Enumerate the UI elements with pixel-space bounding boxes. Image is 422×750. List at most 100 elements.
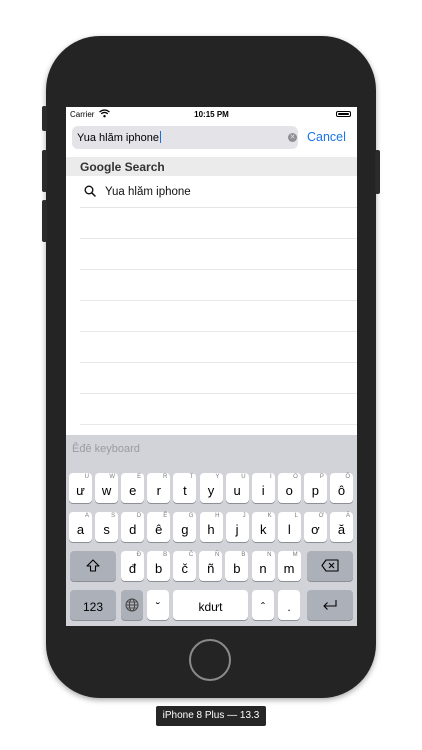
key-letter[interactable]: Ôô bbox=[330, 473, 353, 503]
key-letter[interactable]: Gg bbox=[173, 512, 197, 542]
key-letter[interactable]: Pp bbox=[303, 473, 327, 503]
key-label: ă bbox=[337, 522, 346, 537]
key-letter[interactable]: Ww bbox=[95, 473, 119, 503]
key-alt-label: P bbox=[319, 474, 324, 480]
key-letter[interactable]: Jj bbox=[225, 512, 249, 542]
key-letter[interactable]: Ll bbox=[277, 512, 301, 542]
key-label: đ bbox=[128, 561, 137, 576]
search-input-text: Yua hlăm iphone bbox=[77, 132, 159, 144]
key-label: b bbox=[154, 561, 163, 576]
key-label: y bbox=[207, 483, 215, 498]
key-letter[interactable]: Ññ bbox=[199, 551, 223, 581]
key-label: ư bbox=[76, 483, 85, 498]
key-alt-label: L bbox=[294, 513, 298, 519]
key-label: g bbox=[181, 522, 189, 537]
return-key[interactable] bbox=[307, 590, 353, 620]
space-key[interactable]: kdưt bbox=[173, 590, 248, 620]
key-alt-label: Ê bbox=[163, 513, 168, 519]
key-letter[interactable]: Yy bbox=[199, 473, 223, 503]
key-label: j bbox=[235, 522, 239, 537]
key-label: m bbox=[283, 561, 295, 576]
key-letter[interactable]: Uu bbox=[225, 473, 249, 503]
key-alt-label: M bbox=[292, 552, 298, 558]
numbers-key-label: 123 bbox=[82, 600, 104, 614]
empty-row-divider bbox=[80, 393, 357, 394]
key-letter[interactable]: Êê bbox=[147, 512, 171, 542]
empty-row-divider bbox=[80, 300, 357, 301]
search-icon bbox=[84, 185, 96, 197]
breve-key-label: ˘ bbox=[156, 600, 160, 614]
key-letter[interactable]: Kk bbox=[251, 512, 275, 542]
key-letter[interactable]: Aa bbox=[69, 512, 92, 542]
numbers-key[interactable]: 123 bbox=[70, 590, 116, 620]
side-button-mute bbox=[42, 106, 47, 131]
cancel-button[interactable]: Cancel bbox=[307, 130, 346, 144]
side-button-volume-down bbox=[42, 200, 47, 242]
device-label: iPhone 8 Plus — 13.3 bbox=[156, 706, 266, 726]
shift-icon bbox=[86, 559, 100, 572]
key-label: o bbox=[285, 483, 293, 498]
key-label: l bbox=[287, 522, 291, 537]
key-letter[interactable]: Đđ bbox=[121, 551, 144, 581]
keyboard: Êđê keyboard UưWwEeRrTtYyUuIiOoPpÔô AaSs… bbox=[66, 435, 357, 626]
status-time: 10:15 PM bbox=[194, 110, 229, 119]
breve-key[interactable]: ˘ bbox=[147, 590, 169, 620]
key-label: p bbox=[311, 483, 319, 498]
key-alt-label: G bbox=[188, 513, 194, 519]
empty-row-divider bbox=[80, 331, 357, 332]
key-letter[interactable]: Ee bbox=[121, 473, 145, 503]
key-label: i bbox=[261, 483, 265, 498]
key-alt-label: B bbox=[163, 552, 168, 558]
key-label: ñ bbox=[207, 561, 215, 576]
key-letter[interactable]: Hh bbox=[199, 512, 223, 542]
key-label: n bbox=[259, 561, 267, 576]
home-button[interactable] bbox=[189, 639, 231, 681]
delete-key[interactable] bbox=[307, 551, 353, 581]
key-alt-label: R bbox=[162, 474, 168, 480]
key-letter[interactable]: Rr bbox=[147, 473, 171, 503]
key-letter[interactable]: Čč bbox=[173, 551, 197, 581]
key-letter[interactable]: Ss bbox=[95, 512, 119, 542]
key-label: k bbox=[259, 522, 267, 537]
circumflex-key[interactable]: ˆ bbox=[252, 590, 274, 620]
shift-key[interactable] bbox=[70, 551, 116, 581]
key-label: e bbox=[129, 483, 137, 498]
keyboard-title: Êđê keyboard bbox=[72, 443, 140, 455]
key-label: č bbox=[181, 561, 188, 576]
key-label: s bbox=[103, 522, 110, 537]
key-alt-label: E bbox=[137, 474, 142, 480]
key-alt-label: Č bbox=[188, 552, 194, 558]
period-key-label: . bbox=[287, 600, 291, 614]
search-bar: Yua hlăm iphone ✕ Cancel bbox=[66, 123, 357, 153]
status-bar: Carrier 10:15 PM bbox=[66, 107, 357, 122]
text-cursor bbox=[159, 131, 162, 143]
suggestion-row[interactable]: Yua hlăm iphone bbox=[80, 178, 357, 208]
globe-key[interactable] bbox=[121, 590, 143, 620]
key-letter[interactable]: Tt bbox=[173, 473, 197, 503]
key-letter[interactable]: Bb bbox=[225, 551, 249, 581]
clear-search-icon[interactable]: ✕ bbox=[288, 133, 297, 142]
key-alt-label: Ơ bbox=[318, 513, 324, 519]
key-alt-label: D bbox=[136, 513, 142, 519]
key-alt-label: N bbox=[267, 552, 272, 558]
key-letter[interactable]: Mm bbox=[277, 551, 301, 581]
key-letter[interactable]: Nn bbox=[251, 551, 275, 581]
key-label: ô bbox=[337, 483, 346, 498]
battery-icon bbox=[336, 111, 351, 117]
key-letter[interactable]: Ơơ bbox=[303, 512, 327, 542]
key-letter[interactable]: Uư bbox=[69, 473, 92, 503]
key-alt-label: U bbox=[241, 474, 246, 480]
empty-row-divider bbox=[80, 269, 357, 270]
key-alt-label: B bbox=[241, 552, 246, 558]
key-letter[interactable]: Ii bbox=[251, 473, 275, 503]
key-label: u bbox=[233, 483, 241, 498]
key-label: ơ bbox=[311, 522, 320, 537]
key-letter[interactable]: Dd bbox=[121, 512, 145, 542]
period-key[interactable]: . bbox=[278, 590, 300, 620]
key-letter[interactable]: Ăă bbox=[330, 512, 353, 542]
search-input[interactable]: Yua hlăm iphone ✕ bbox=[72, 126, 298, 149]
key-alt-label: A bbox=[84, 513, 89, 519]
key-letter[interactable]: Oo bbox=[277, 473, 301, 503]
key-alt-label: W bbox=[109, 474, 116, 480]
key-letter[interactable]: Bb bbox=[147, 551, 171, 581]
